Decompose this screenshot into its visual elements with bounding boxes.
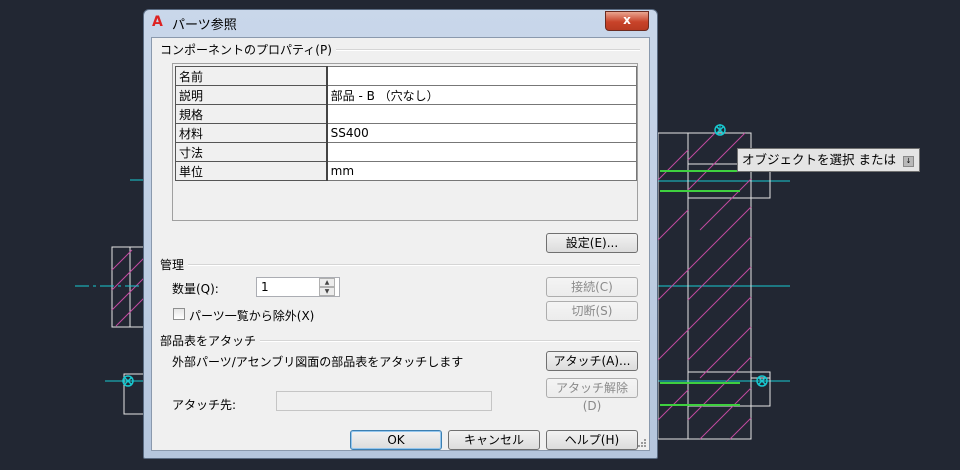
attach-button[interactable]: アタッチ(A)... xyxy=(546,351,638,371)
dialog-title: パーツ参照 xyxy=(172,18,237,33)
quantity-label: 数量(Q): xyxy=(172,282,219,296)
ok-button[interactable]: OK xyxy=(350,430,442,450)
help-button[interactable]: ヘルプ(H) xyxy=(546,430,638,450)
autocad-logo-icon: A xyxy=(152,14,163,30)
property-value[interactable]: 部品 - B （穴なし） xyxy=(326,85,637,105)
property-key: 単位 xyxy=(174,161,328,181)
parts-reference-dialog: A パーツ参照 x コンポーネントのプロパティ(P) 名前 説明 部品 - B （穴… xyxy=(143,9,658,459)
property-value[interactable]: mm xyxy=(326,161,637,181)
spin-down-icon[interactable]: ▼ xyxy=(319,287,335,296)
properties-group-label: コンポーネントのプロパティ(P) xyxy=(160,41,336,58)
property-key: 規格 xyxy=(174,104,328,124)
dialog-client-area: コンポーネントのプロパティ(P) 名前 説明 部品 - B （穴なし） 規格 材料 SS4… xyxy=(151,37,650,451)
attach-group-label: 部品表をアタッチ xyxy=(160,332,261,349)
connect-button[interactable]: 接続(C) xyxy=(546,277,638,297)
property-value[interactable]: SS400 xyxy=(326,123,637,143)
cad-part-left xyxy=(111,246,145,415)
resize-grip-icon[interactable] xyxy=(637,438,647,448)
properties-table: 名前 説明 部品 - B （穴なし） 規格 材料 SS400 寸法 単位 mm xyxy=(174,66,637,181)
property-row[interactable]: 材料 SS400 xyxy=(174,123,637,143)
exclude-from-parts-list-label[interactable]: パーツ一覧から除外(X) xyxy=(189,307,314,324)
cancel-button[interactable]: キャンセル xyxy=(448,430,540,450)
disconnect-button[interactable]: 切断(S) xyxy=(546,301,638,321)
property-value[interactable] xyxy=(326,66,637,86)
property-key: 寸法 xyxy=(174,142,328,162)
cad-hatch-left xyxy=(111,249,145,327)
management-group-label: 管理 xyxy=(160,256,189,273)
tooltip-expand-icon[interactable]: ↓ xyxy=(903,156,914,167)
dialog-titlebar[interactable]: A パーツ参照 x xyxy=(144,10,657,36)
property-key: 材料 xyxy=(174,123,328,143)
property-key: 説明 xyxy=(174,85,328,105)
property-row[interactable]: 説明 部品 - B （穴なし） xyxy=(174,85,637,105)
management-group-separator xyxy=(160,264,640,266)
spin-up-icon[interactable]: ▲ xyxy=(319,278,335,287)
property-value[interactable] xyxy=(326,104,637,124)
attach-to-field[interactable] xyxy=(276,391,492,411)
attach-to-label: アタッチ先: xyxy=(172,398,237,412)
settings-button[interactable]: 設定(E)... xyxy=(546,233,638,253)
attach-description: 外部パーツ/アセンブリ図面の部品表をアタッチします xyxy=(172,355,464,369)
property-row[interactable]: 規格 xyxy=(174,104,637,124)
command-tooltip: オブジェクトを選択 または ↓ xyxy=(737,148,920,172)
property-row[interactable]: 寸法 xyxy=(174,142,637,162)
property-key: 名前 xyxy=(174,66,328,86)
quantity-spinner[interactable]: ▲ ▼ xyxy=(319,278,335,296)
exclude-from-parts-list-checkbox[interactable] xyxy=(173,308,185,320)
property-row[interactable]: 名前 xyxy=(174,66,637,86)
property-value[interactable] xyxy=(326,142,637,162)
properties-table-frame: 名前 説明 部品 - B （穴なし） 規格 材料 SS400 寸法 単位 mm xyxy=(172,63,638,221)
close-button[interactable]: x xyxy=(605,11,649,31)
property-row[interactable]: 単位 mm xyxy=(174,161,637,181)
tooltip-text: オブジェクトを選択 または xyxy=(742,152,896,167)
detach-button[interactable]: アタッチ解除(D) xyxy=(546,378,638,413)
